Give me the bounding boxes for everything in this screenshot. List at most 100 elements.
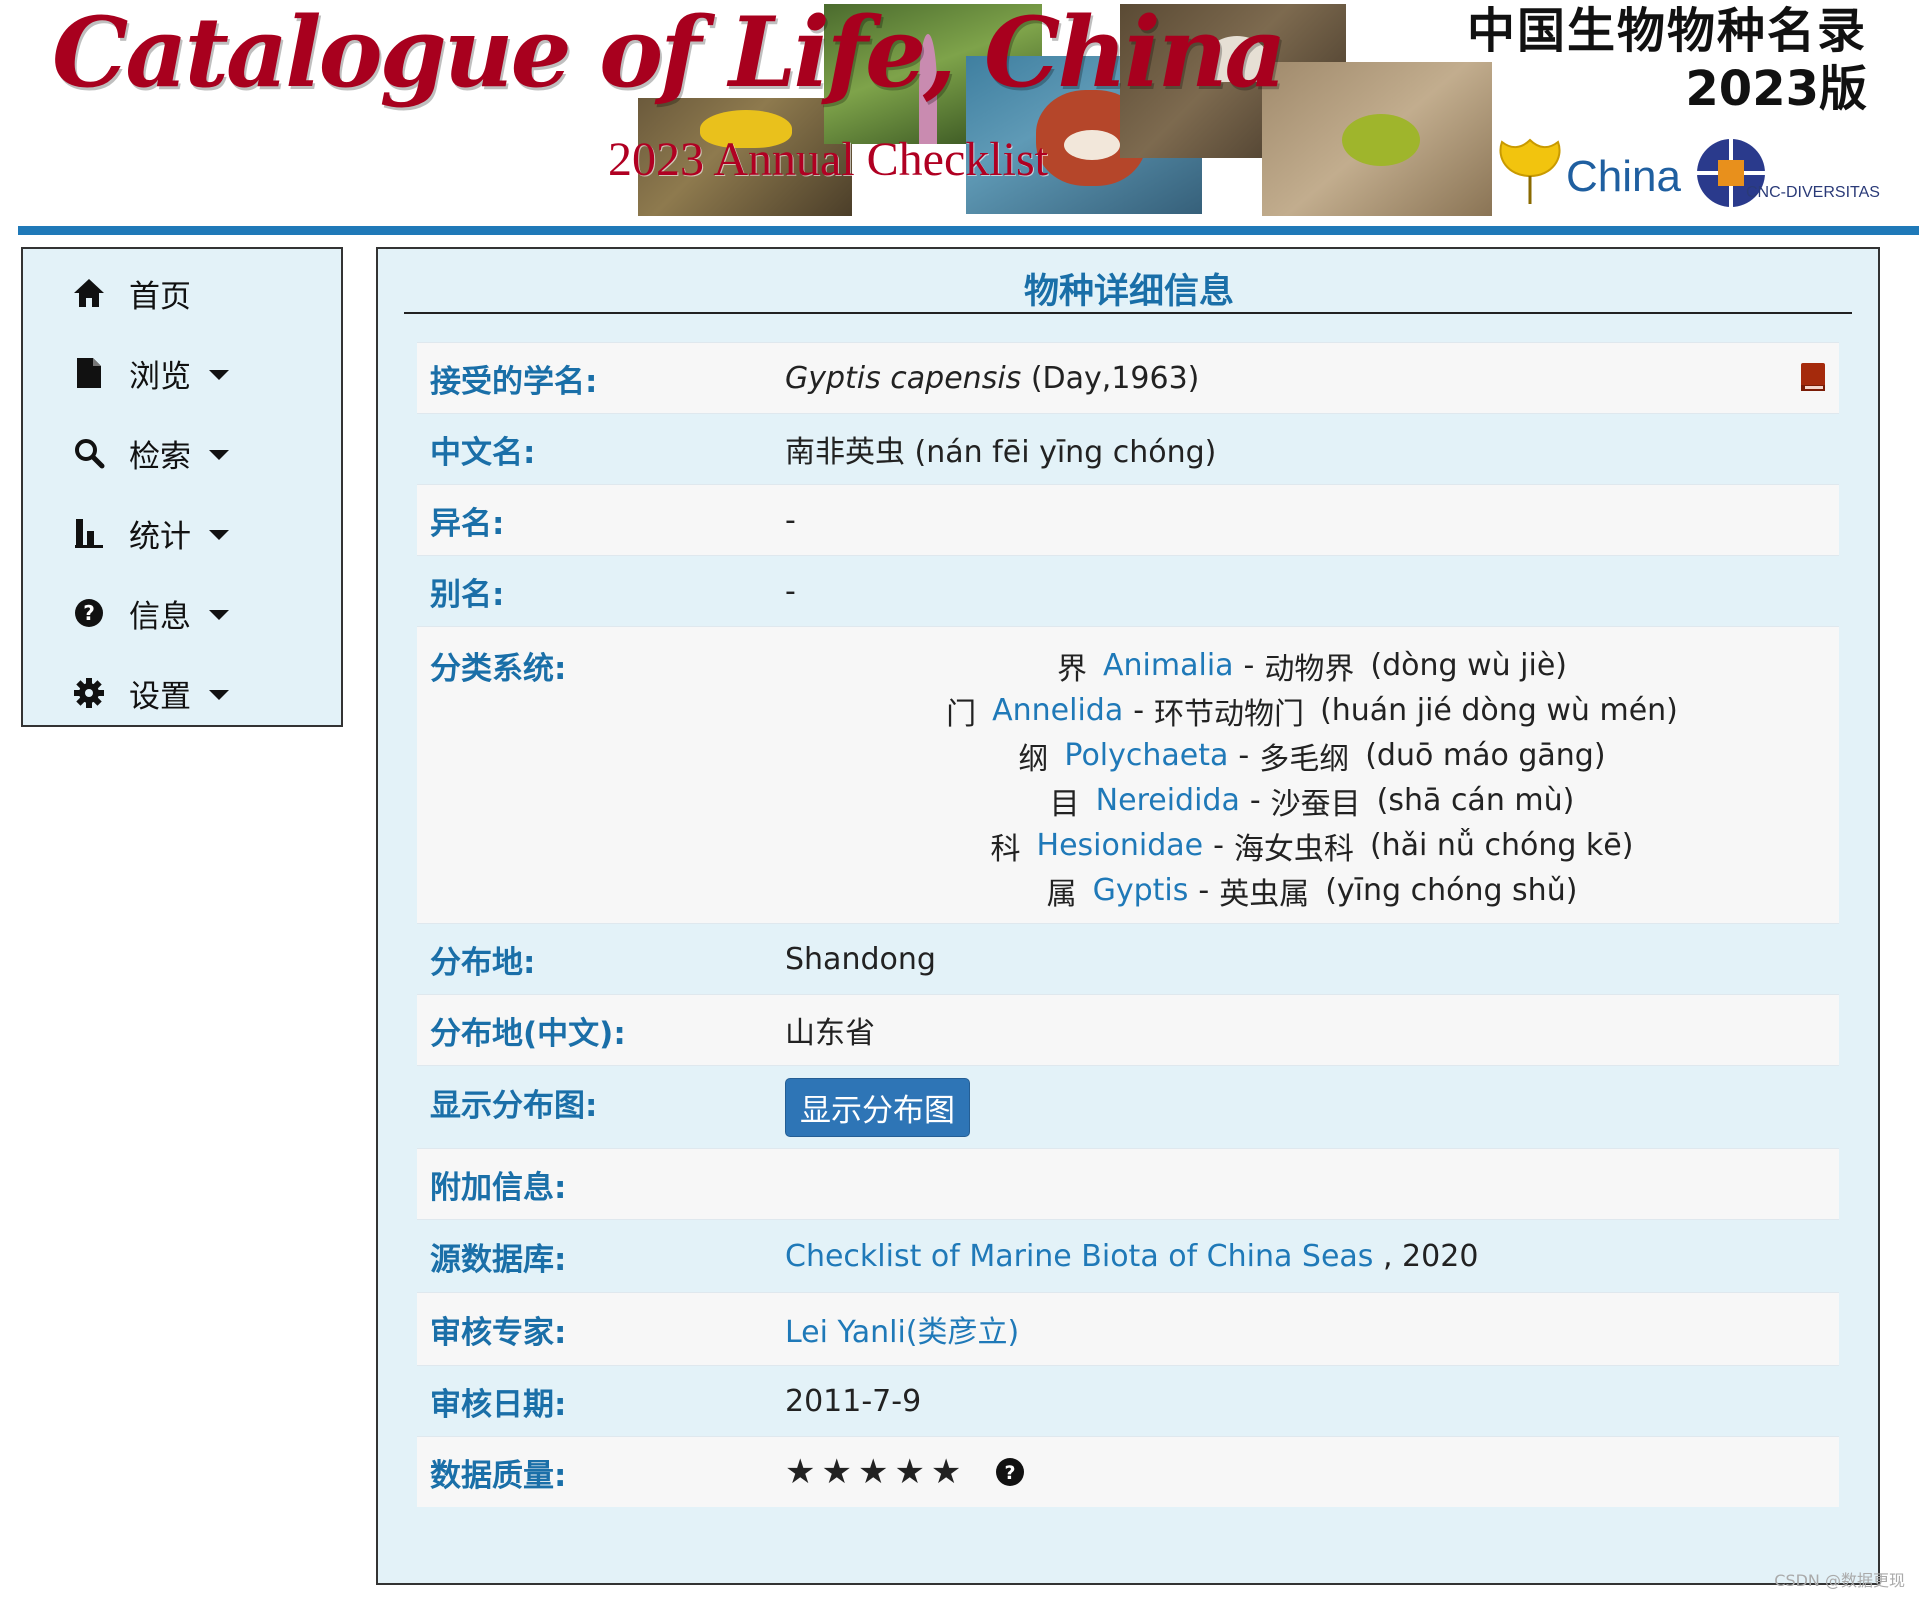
sidebar-item-search[interactable]: 检索 — [67, 423, 307, 483]
sidebar-item-statistics[interactable]: 统计 — [67, 503, 307, 563]
species-detail-panel: 物种详细信息 接受的学名: Gyptis capensis (Day,1963)… — [376, 247, 1880, 1585]
row-label: 分类系统: — [430, 651, 567, 687]
separator: - — [1133, 693, 1145, 728]
separator: - — [1243, 648, 1255, 683]
review-date-value: 2011-7-9 — [785, 1383, 922, 1419]
row-label: 分布地(中文): — [430, 1015, 626, 1052]
reviewer-link[interactable]: Lei Yanli(类彦立) — [785, 1307, 1019, 1351]
svg-text:?: ? — [83, 601, 95, 625]
table-row-chinese-name: 中文名: 南非英虫 (nán fēi yīng chóng) — [417, 413, 1839, 484]
row-label: 接受的学名: — [430, 363, 598, 400]
taxonomy-phylum: 门 Annelida - 环节动物门 (huán jié dòng wù mén… — [946, 688, 1678, 733]
taxon-pinyin: (yīng chóng shǔ) — [1325, 873, 1578, 908]
rank-label: 目 — [1049, 786, 1080, 822]
synonyms-value: - — [785, 502, 796, 538]
table-row-data-quality: 数据质量: ★★★★★ ? — [417, 1436, 1839, 1507]
taxon-link[interactable]: Gyptis — [1093, 873, 1189, 908]
sidebar-item-label: 检索 — [129, 438, 191, 475]
separator: - — [1249, 783, 1261, 818]
table-row-taxonomy: 分类系统: 界 Animalia - 动物界 (dòng wù jiè) 门 A… — [417, 626, 1839, 923]
source-db-year: , 2020 — [1382, 1238, 1479, 1274]
species-detail-table: 接受的学名: Gyptis capensis (Day,1963) 中文名: 南… — [417, 342, 1839, 1507]
book-icon[interactable] — [1799, 361, 1827, 393]
taxon-link[interactable]: Hesionidae — [1037, 828, 1204, 863]
chinese-name-value: 南非英虫 (nán fēi yīng chóng) — [785, 435, 1217, 470]
row-label: 数据质量: — [430, 1457, 567, 1494]
additional-info-value — [785, 1149, 1839, 1219]
taxon-pinyin: (shā cán mù) — [1376, 783, 1575, 818]
chevron-down-icon — [209, 690, 229, 700]
page-title: 物种详细信息 — [1023, 272, 1234, 312]
sidebar-item-label: 统计 — [129, 518, 191, 555]
table-row-review-date: 审核日期: 2011-7-9 — [417, 1365, 1839, 1436]
taxonomy-kingdom: 界 Animalia - 动物界 (dòng wù jiè) — [1057, 643, 1567, 688]
logo-china-text: China — [1566, 152, 1681, 201]
source-db-link[interactable]: Checklist of Marine Biota of China Seas — [785, 1239, 1373, 1274]
sidebar-item-browse[interactable]: 浏览 — [67, 343, 307, 403]
taxon-pinyin: (duō máo gāng) — [1365, 738, 1606, 773]
rank-label: 门 — [946, 696, 977, 732]
sidebar-item-home[interactable]: 首页 — [67, 263, 307, 323]
show-map-button[interactable]: 显示分布图 — [785, 1078, 970, 1137]
row-label: 审核日期: — [430, 1386, 567, 1423]
scientific-name: Gyptis capensis — [785, 360, 1022, 396]
watermark: CSDN @数据更现 — [1774, 1571, 1905, 1590]
chevron-down-icon — [209, 530, 229, 540]
table-row-distribution-cn: 分布地(中文): 山东省 — [417, 994, 1839, 1065]
taxonomy-genus: 属 Gyptis - 英虫属 (yīng chóng shǔ) — [1047, 868, 1578, 913]
table-row-show-map: 显示分布图: 显示分布图 — [417, 1065, 1839, 1148]
sidebar-item-label: 信息 — [129, 598, 191, 635]
taxon-cn-name: 环节动物门 — [1154, 696, 1305, 732]
rank-label: 界 — [1057, 651, 1087, 687]
distribution-value: Shandong — [785, 941, 936, 977]
logo-cnc-text: CNC-DIVERSITAS — [1746, 184, 1880, 201]
taxonomy-family: 科 Hesionidae - 海女虫科 (hǎi nǚ chóng kē) — [991, 823, 1634, 868]
source-db-value: Checklist of Marine Biota of China Seas … — [785, 1220, 1839, 1292]
taxon-link[interactable]: Animalia — [1103, 648, 1234, 683]
taxonomy-tree: 界 Animalia - 动物界 (dòng wù jiè) 门 Annelid… — [785, 627, 1839, 923]
separator: - — [1213, 828, 1224, 863]
question-circle-icon[interactable]: ? — [995, 1457, 1025, 1487]
title-divider — [404, 312, 1852, 314]
banner-cn-title-line1: 中国生物物种名录 — [1466, 3, 1867, 59]
taxon-link[interactable]: Nereidida — [1096, 783, 1240, 818]
question-circle-icon: ? — [67, 591, 111, 635]
taxon-cn-name: 英虫属 — [1219, 876, 1310, 912]
row-label: 源数据库: — [430, 1241, 567, 1278]
ginkgo-leaf-icon — [1499, 138, 1561, 204]
taxon-link[interactable]: Polychaeta — [1064, 738, 1228, 773]
row-label: 别名: — [430, 576, 505, 613]
banner-cn-title-line2: 2023版 — [1685, 61, 1867, 117]
taxon-pinyin: (dòng wù jiè) — [1370, 648, 1567, 683]
species2000-china-logo: China — [1494, 132, 1684, 220]
reviewer-cell: Lei Yanli(类彦立) — [785, 1293, 1839, 1365]
table-row-distribution: 分布地: Shandong — [417, 923, 1839, 994]
row-label: 显示分布图: — [430, 1088, 598, 1124]
bar-chart-icon — [67, 511, 111, 555]
distribution-cn-value: 山东省 — [785, 1016, 875, 1051]
taxon-link[interactable]: Annelida — [992, 693, 1123, 728]
row-label: 审核专家: — [430, 1314, 567, 1351]
sidebar-item-label: 浏览 — [129, 358, 191, 395]
sidebar-item-settings[interactable]: 设置 — [67, 663, 307, 723]
sidebar-item-label: 设置 — [129, 678, 191, 715]
chevron-down-icon — [209, 450, 229, 460]
table-row-common-names: 别名: - — [417, 555, 1839, 626]
file-icon — [67, 351, 111, 395]
table-row-additional-info: 附加信息: — [417, 1148, 1839, 1219]
taxon-cn-name: 动物界 — [1264, 651, 1355, 687]
show-map-cell: 显示分布图 — [785, 1066, 1839, 1148]
taxonomy-class: 纲 Polychaeta - 多毛纲 (duō máo gāng) — [1018, 733, 1605, 778]
taxon-cn-name: 多毛纲 — [1259, 741, 1350, 777]
sidebar-item-label: 首页 — [129, 278, 191, 315]
taxonomy-order: 目 Nereidida - 沙蚕目 (shā cán mù) — [1050, 778, 1575, 823]
row-label: 异名: — [430, 505, 505, 542]
row-label: 分布地: — [430, 944, 536, 981]
taxon-cn-name: 沙蚕目 — [1270, 786, 1361, 822]
separator: - — [1238, 738, 1250, 773]
site-banner: Catalogue of Life, China 2023 Annual Che… — [0, 0, 1919, 226]
banner-cn-title: 中国生物物种名录 2023版 — [1447, 2, 1867, 118]
row-label: 附加信息: — [430, 1169, 567, 1206]
sidebar-item-info[interactable]: ? 信息 — [67, 583, 307, 643]
table-row-accepted-name: 接受的学名: Gyptis capensis (Day,1963) — [417, 342, 1839, 413]
